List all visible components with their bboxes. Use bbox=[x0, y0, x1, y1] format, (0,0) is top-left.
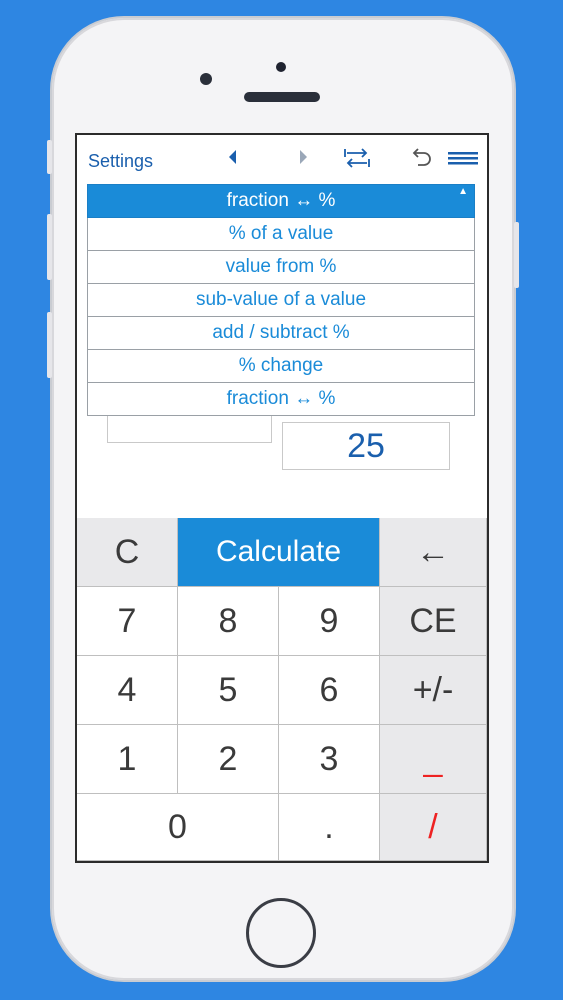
clear-entry-button[interactable]: CE bbox=[380, 587, 487, 656]
dropdown-option[interactable]: add / subtract % bbox=[87, 317, 475, 350]
key-7[interactable]: 7 bbox=[77, 587, 178, 656]
fraction-bar-button[interactable]: _ bbox=[380, 725, 487, 794]
swap-icon[interactable] bbox=[344, 147, 370, 175]
undo-icon[interactable] bbox=[409, 147, 431, 175]
menu-icon[interactable] bbox=[448, 147, 478, 175]
dropdown-selected[interactable]: fraction ↔ % ▲ bbox=[87, 184, 475, 218]
mute-switch bbox=[47, 140, 52, 174]
key-5[interactable]: 5 bbox=[178, 656, 279, 725]
key-8[interactable]: 8 bbox=[178, 587, 279, 656]
result-field[interactable]: 25 bbox=[282, 422, 450, 470]
next-arrow-icon[interactable] bbox=[298, 147, 310, 173]
keypad: C Calculate ← 7 8 9 CE 4 5 6 +/- 1 2 3 _… bbox=[77, 518, 487, 861]
caret-up-icon: ▲ bbox=[458, 186, 468, 197]
dropdown-option[interactable]: value from % bbox=[87, 251, 475, 284]
dropdown-option[interactable]: fraction ↔ % bbox=[87, 383, 475, 416]
key-3[interactable]: 3 bbox=[279, 725, 380, 794]
earpiece-speaker bbox=[244, 92, 320, 102]
dropdown-selected-label: fraction ↔ % bbox=[226, 190, 336, 211]
clear-button[interactable]: C bbox=[77, 518, 178, 587]
key-0[interactable]: 0 bbox=[77, 794, 279, 861]
key-6[interactable]: 6 bbox=[279, 656, 380, 725]
home-button[interactable] bbox=[246, 898, 316, 968]
backspace-button[interactable]: ← bbox=[380, 518, 487, 587]
settings-button[interactable]: Settings bbox=[88, 151, 153, 172]
toolbar: Settings bbox=[77, 135, 487, 183]
key-1[interactable]: 1 bbox=[77, 725, 178, 794]
power-button bbox=[514, 222, 519, 288]
decimal-button[interactable]: . bbox=[279, 794, 380, 861]
key-4[interactable]: 4 bbox=[77, 656, 178, 725]
mode-dropdown[interactable]: fraction ↔ % ▲ % of a value value from %… bbox=[87, 184, 475, 416]
divide-button[interactable]: / bbox=[380, 794, 487, 861]
app-screen: Settings fraction ↔ % ▲ % of a value val… bbox=[75, 133, 489, 863]
key-9[interactable]: 9 bbox=[279, 587, 380, 656]
front-camera bbox=[200, 73, 212, 85]
sign-toggle-button[interactable]: +/- bbox=[380, 656, 487, 725]
dropdown-option[interactable]: sub-value of a value bbox=[87, 284, 475, 317]
dropdown-option[interactable]: % change bbox=[87, 350, 475, 383]
key-2[interactable]: 2 bbox=[178, 725, 279, 794]
prev-arrow-icon[interactable] bbox=[226, 147, 238, 173]
proximity-sensor bbox=[276, 62, 286, 72]
volume-down-button bbox=[47, 312, 52, 378]
volume-up-button bbox=[47, 214, 52, 280]
dropdown-option[interactable]: % of a value bbox=[87, 218, 475, 251]
calculate-button[interactable]: Calculate bbox=[178, 518, 380, 587]
